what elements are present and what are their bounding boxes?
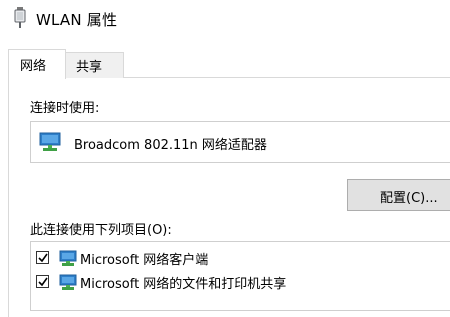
item-label-file-printer-sharing: Microsoft 网络的文件和打印机共享: [80, 277, 287, 292]
tab-strip: 网络 共享: [0, 38, 450, 79]
tab-sharing[interactable]: 共享: [65, 52, 124, 78]
window-title: WLAN 属性: [36, 11, 118, 29]
adapter-box: Broadcom 802.11n 网络适配器: [30, 121, 450, 163]
tab-network-label: 网络: [20, 59, 47, 74]
connect-using-label: 连接时使用:: [30, 101, 100, 116]
items-label: 此连接使用下列项目(O):: [30, 223, 172, 238]
checkbox-file-printer-sharing[interactable]: [36, 275, 49, 288]
title-bar: WLAN 属性: [0, 0, 450, 38]
list-item-network-client[interactable]: Microsoft 网络客户端: [31, 247, 450, 269]
checkbox-network-client[interactable]: [36, 251, 49, 264]
wlan-adapter-icon: [14, 7, 26, 29]
tab-sharing-label: 共享: [76, 60, 103, 75]
tab-network[interactable]: 网络: [8, 49, 66, 79]
configure-button[interactable]: 配置(C)...: [347, 179, 450, 211]
network-client-icon: [59, 248, 79, 268]
adapter-name: Broadcom 802.11n 网络适配器: [74, 138, 267, 153]
file-printer-sharing-icon: [59, 272, 79, 292]
network-adapter-icon: [39, 131, 61, 153]
item-label-network-client: Microsoft 网络客户端: [80, 253, 209, 268]
items-list[interactable]: Microsoft 网络客户端 Microsoft 网络的文件和打印机共享: [30, 241, 450, 311]
list-item-file-printer-sharing[interactable]: Microsoft 网络的文件和打印机共享: [31, 271, 450, 293]
